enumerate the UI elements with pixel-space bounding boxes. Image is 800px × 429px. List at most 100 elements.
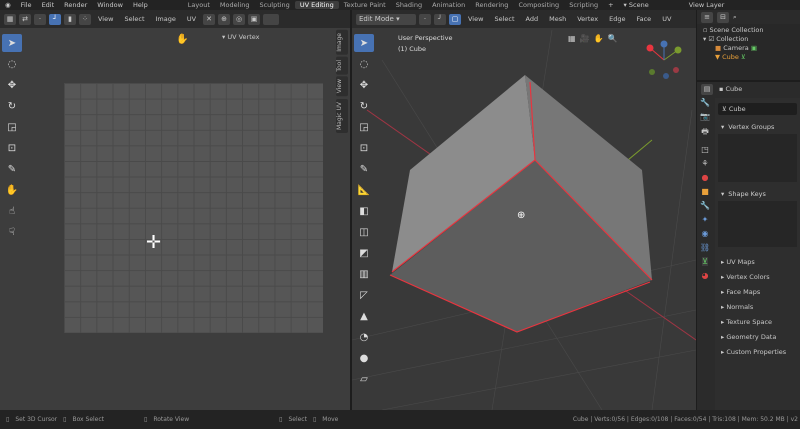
uv-menu-image[interactable]: Image [152,15,180,23]
tab-sculpting[interactable]: Sculpting [254,1,294,9]
tool-tab-icon[interactable]: 🔧 [700,98,710,107]
vp-menu-vertex[interactable]: Vertex [573,15,602,23]
grab-tool-icon[interactable]: ✋ [2,181,22,199]
vp-menu-face[interactable]: Face [632,15,655,23]
tab-shading[interactable]: Shading [391,1,427,9]
image-new-button[interactable] [263,13,280,25]
cursor-icon[interactable]: ◌ [354,55,374,73]
output-tab-icon[interactable]: 🖶 [701,126,709,140]
pivot-icon[interactable]: ✕ [203,13,216,25]
outliner-collection[interactable]: ▾ ☑ Collection [703,35,794,44]
loop-cut-icon[interactable]: ▥ [354,265,374,283]
camera-view-icon[interactable]: 🎥 [580,34,590,43]
section-vertex-colors[interactable]: ▸ Vertex Colors [721,270,800,285]
outliner-scene-collection[interactable]: ▫ Scene Collection [703,26,794,35]
vertex-groups-list[interactable] [718,134,797,182]
particles-tab-icon[interactable]: ✦ [702,215,709,224]
section-normals[interactable]: ▸ Normals [721,300,800,315]
scale-icon[interactable]: ◲ [354,118,374,136]
view-layer-selector[interactable]: View Layer [684,1,730,9]
object-tab-icon[interactable]: ■ [701,187,709,196]
section-uv-maps[interactable]: ▸ UV Maps [721,255,800,270]
tab-layout[interactable]: Layout [183,1,215,9]
annotate-tool-icon[interactable]: ✎ [2,160,22,178]
vertex-mode-icon[interactable]: · [419,13,431,25]
uv-menu-uv[interactable]: UV [183,15,200,23]
tab-tool[interactable]: Tool [336,56,348,75]
section-shape-keys[interactable]: ▾ Shape Keys [715,187,800,201]
tab-view[interactable]: View [336,76,348,97]
sticky-mode-icon[interactable]: ⁘ [79,13,91,25]
outliner-cube[interactable]: ▼ Cube ⊻ [703,53,794,62]
extrude-icon[interactable]: ◧ [354,202,374,220]
transform-tool-icon[interactable]: ⊡ [2,139,22,157]
navigation-gizmo[interactable] [642,38,687,83]
uv-menu-view[interactable]: View [94,15,117,23]
measure-icon[interactable]: 📐 [354,181,374,199]
annotate-icon[interactable]: ✎ [354,160,374,178]
physics-tab-icon[interactable]: ◉ [702,229,709,238]
move-tool-icon[interactable]: ✥ [2,76,22,94]
render-tab-icon[interactable]: 📷 [700,112,710,121]
bevel-icon[interactable]: ◩ [354,244,374,262]
rotate-tool-icon[interactable]: ↻ [2,97,22,115]
scale-tool-icon[interactable]: ◲ [2,118,22,136]
editor-type-icon[interactable]: ▦ [4,13,16,25]
outliner-camera[interactable]: ■ Camera ▣ [703,44,794,53]
edge-select-icon[interactable]: ┘ [49,13,61,25]
pan-icon[interactable]: ✋ [594,34,604,43]
tab-modeling[interactable]: Modeling [215,1,255,9]
rotate-icon[interactable]: ↻ [354,97,374,115]
relax-tool-icon[interactable]: ☝ [2,202,22,220]
display-mode-icon[interactable]: ≡ [701,11,713,23]
image-browse-icon[interactable]: ▣ [248,13,261,25]
shape-keys-list[interactable] [718,201,797,247]
cursor-tool-icon[interactable]: ◌ [2,55,22,73]
menu-edit[interactable]: Edit [37,1,60,9]
material-tab-icon[interactable]: ◕ [702,271,709,280]
vp-menu-add[interactable]: Add [522,15,543,23]
filter-icon[interactable]: ⊟ [717,11,729,23]
menu-render[interactable]: Render [59,1,92,9]
3d-viewport[interactable]: Edit Mode ▾ · ╯ ▢ View Select Add Mesh V… [352,10,696,410]
menu-help[interactable]: Help [128,1,153,9]
uv-vertex-panel-label[interactable]: ▾ UV Vertex [222,33,260,41]
menu-file[interactable]: File [16,1,37,9]
section-vertex-groups[interactable]: ▾ Vertex Groups [715,120,800,134]
tab-rendering[interactable]: Rendering [470,1,513,9]
section-texture-space[interactable]: ▸ Texture Space [721,315,800,330]
blender-logo-icon[interactable]: ◉ [0,1,16,9]
pinch-tool-icon[interactable]: ☟ [2,223,22,241]
mesh-name-field[interactable]: ⊻ Cube [718,103,797,115]
add-workspace-button[interactable]: + [603,1,618,9]
inset-icon[interactable]: ◫ [354,223,374,241]
view-layer-tab-icon[interactable]: ◳ [701,145,709,154]
scene-selector[interactable]: ▾ Scene [619,1,654,9]
select-box-tool-icon[interactable]: ➤ [2,34,22,52]
data-tab-icon[interactable]: ⊻ [702,257,708,266]
snap-icon[interactable]: ⊕ [218,13,231,25]
menu-window[interactable]: Window [92,1,128,9]
select-box-icon[interactable]: ➤ [354,34,374,52]
constraints-tab-icon[interactable]: ⛓ [700,243,710,252]
section-custom-properties[interactable]: ▸ Custom Properties [721,345,800,360]
section-geometry-data[interactable]: ▸ Geometry Data [721,330,800,345]
smooth-icon[interactable]: ● [354,349,374,367]
tab-image[interactable]: Image [336,30,348,55]
face-mode-icon[interactable]: ▢ [449,13,461,25]
shear-icon[interactable]: ▱ [354,370,374,388]
mode-selector[interactable]: Edit Mode ▾ [356,13,416,25]
sync-selection-icon[interactable]: ⇄ [19,13,31,25]
vp-menu-view[interactable]: View [464,15,487,23]
vp-menu-uv[interactable]: UV [658,15,675,23]
poly-build-icon[interactable]: ▲ [354,307,374,325]
vp-menu-select[interactable]: Select [490,15,518,23]
pan-view-icon[interactable]: ✋ [176,34,188,45]
object-name-field[interactable]: ▪ Cube [719,85,742,93]
grid-view-icon[interactable]: ▦ [568,34,576,43]
proportional-icon[interactable]: ◎ [233,13,246,25]
search-icon[interactable]: ⌕ [733,13,737,22]
tab-animation[interactable]: Animation [427,1,470,9]
knife-icon[interactable]: ◸ [354,286,374,304]
transform-icon[interactable]: ⊡ [354,139,374,157]
